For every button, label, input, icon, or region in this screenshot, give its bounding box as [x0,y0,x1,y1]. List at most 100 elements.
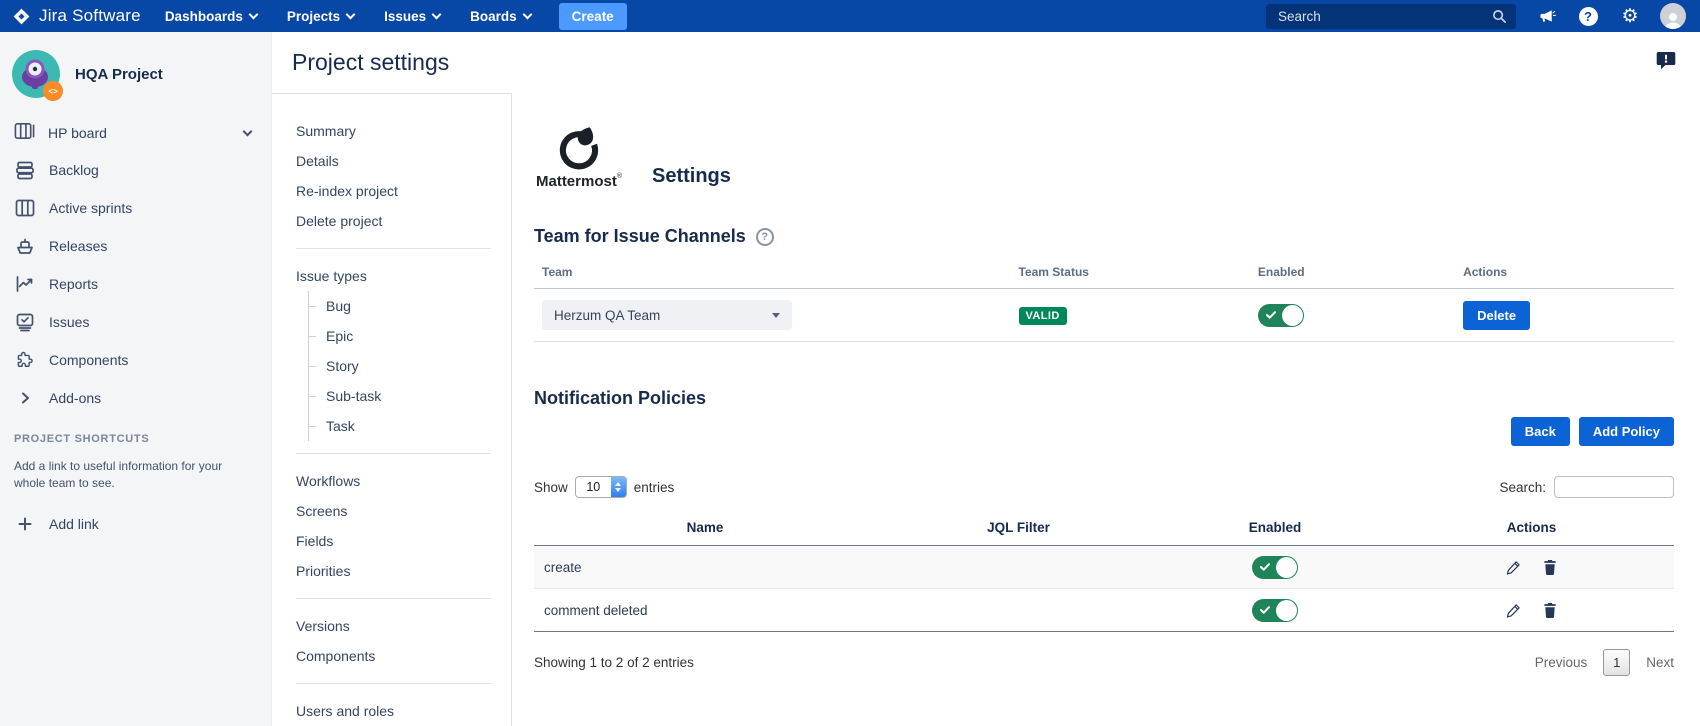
trash-icon [1543,560,1557,575]
team-enabled-toggle[interactable] [1258,304,1304,327]
policy-enabled-toggle[interactable] [1252,556,1298,579]
mattermost-wordmark: Mattermost® [536,173,622,190]
help-icon[interactable]: ? [756,228,774,246]
entries-summary: Showing 1 to 2 of 2 entries [534,655,694,670]
settings-nav-epic[interactable]: Epic [326,321,511,351]
page-header: Project settings [272,32,1700,93]
next-page-button[interactable]: Next [1646,655,1674,670]
settings-nav-components[interactable]: Components [296,641,511,671]
team-delete-button[interactable]: Delete [1463,301,1530,330]
page-number-button[interactable]: 1 [1603,649,1630,676]
jira-brand[interactable]: Jira Software [12,6,141,26]
col-enabled: Enabled [1161,520,1389,535]
settings-nav-workflows[interactable]: Workflows [296,466,511,496]
settings-nav-details[interactable]: Details [296,146,511,176]
top-navbar: Jira Software Dashboards Projects Issues… [0,0,1700,32]
add-policy-button[interactable]: Add Policy [1579,417,1674,446]
search-input[interactable] [1276,8,1492,25]
project-sidebar: <> HQA Project HP board Backlog Active s… [0,32,272,726]
project-name: HQA Project [75,66,163,83]
menu-boards[interactable]: Boards [470,9,531,24]
sidebar-item-active-sprints[interactable]: Active sprints [10,189,259,227]
trash-icon [1543,603,1557,618]
col-actions: Actions [1463,265,1674,279]
chevron-right-icon [14,392,36,404]
settings-nav-screens[interactable]: Screens [296,496,511,526]
divider [296,453,491,454]
pagination: Previous 1 Next [1535,649,1674,676]
board-icon [14,122,35,143]
team-select[interactable]: Herzum QA Team [542,300,792,330]
page-size-select[interactable]: 10 [575,476,627,498]
table-footer: Showing 1 to 2 of 2 entries Previous 1 N… [534,649,1674,676]
team-table: Team Team Status Enabled Actions Herzum … [534,259,1674,342]
policy-enabled-toggle[interactable] [1252,599,1298,622]
brand-label: Jira Software [39,6,141,26]
sidebar-item-reports[interactable]: Reports [10,265,259,303]
settings-nav-summary[interactable]: Summary [296,116,511,146]
sidebar-item-issues[interactable]: Issues [10,303,259,341]
speech-bubble-icon [1656,51,1676,70]
feedback-button[interactable] [1656,51,1676,75]
code-badge-icon: <> [43,81,63,101]
project-header[interactable]: <> HQA Project [10,48,259,106]
settings-nav-priorities[interactable]: Priorities [296,556,511,586]
sidebar-item-components[interactable]: Components [10,341,259,379]
settings-nav-story[interactable]: Story [326,351,511,381]
global-search[interactable] [1266,4,1516,29]
menu-issues[interactable]: Issues [384,9,440,24]
table-search-input[interactable] [1554,476,1674,498]
chart-icon [14,275,36,293]
mattermost-ring-icon [556,125,602,171]
announcements-button[interactable] [1534,4,1558,28]
settings-button[interactable]: ⚙ [1618,4,1642,28]
edit-policy-button[interactable] [1506,603,1521,618]
menu-dashboards[interactable]: Dashboards [165,9,257,24]
settings-nav-fields[interactable]: Fields [296,526,511,556]
settings-nav-versions[interactable]: Versions [296,611,511,641]
settings-nav-users-roles[interactable]: Users and roles [296,696,511,726]
user-avatar[interactable] [1660,3,1686,29]
jira-diamond-icon [12,7,31,26]
toggle-knob [1276,557,1297,578]
plugin-settings-title: Settings [652,165,731,190]
policies-table-header: Name JQL Filter Enabled Actions [534,512,1674,546]
team-section-heading: Team for Issue Channels [534,226,746,247]
policy-row: comment deleted [534,589,1674,632]
add-link-button[interactable]: Add link [10,516,259,532]
settings-nav-reindex[interactable]: Re-index project [296,176,511,206]
edit-policy-button[interactable] [1506,560,1521,575]
divider [296,683,491,684]
megaphone-icon [1537,7,1556,26]
delete-policy-button[interactable] [1543,603,1557,618]
policy-row: create [534,546,1674,589]
pencil-icon [1506,603,1521,618]
table-controls: Show 10 entries Search: [534,476,1674,498]
settings-nav-task[interactable]: Task [326,411,511,441]
settings-nav-bug[interactable]: Bug [326,291,511,321]
policies-heading: Notification Policies [534,388,706,409]
menu-projects[interactable]: Projects [287,9,354,24]
col-name: Name [534,520,876,535]
issues-icon [14,313,36,332]
settings-nav-issue-types[interactable]: Issue types [296,261,511,291]
previous-page-button[interactable]: Previous [1535,655,1588,670]
delete-policy-button[interactable] [1543,560,1557,575]
settings-nav-sub-task[interactable]: Sub-task [326,381,511,411]
page-title: Project settings [292,49,449,76]
caret-down-icon [772,313,780,318]
board-selector[interactable]: HP board [10,106,259,151]
create-button[interactable]: Create [559,3,627,30]
sidebar-item-releases[interactable]: Releases [10,227,259,265]
help-button[interactable]: ? [1576,4,1600,28]
back-button[interactable]: Back [1511,417,1570,446]
sidebar-item-add-ons[interactable]: Add-ons [10,379,259,417]
col-team-status: Team Status [1019,265,1258,279]
sidebar-item-backlog[interactable]: Backlog [10,151,259,189]
team-row: Herzum QA Team VALID [534,289,1674,342]
policies-section: Notification Policies Back Add Policy Sh… [534,388,1674,676]
col-team: Team [534,265,1019,279]
settings-nav-delete-project[interactable]: Delete project [296,206,511,236]
board-label: HP board [48,125,107,141]
toggle-knob [1276,600,1297,621]
